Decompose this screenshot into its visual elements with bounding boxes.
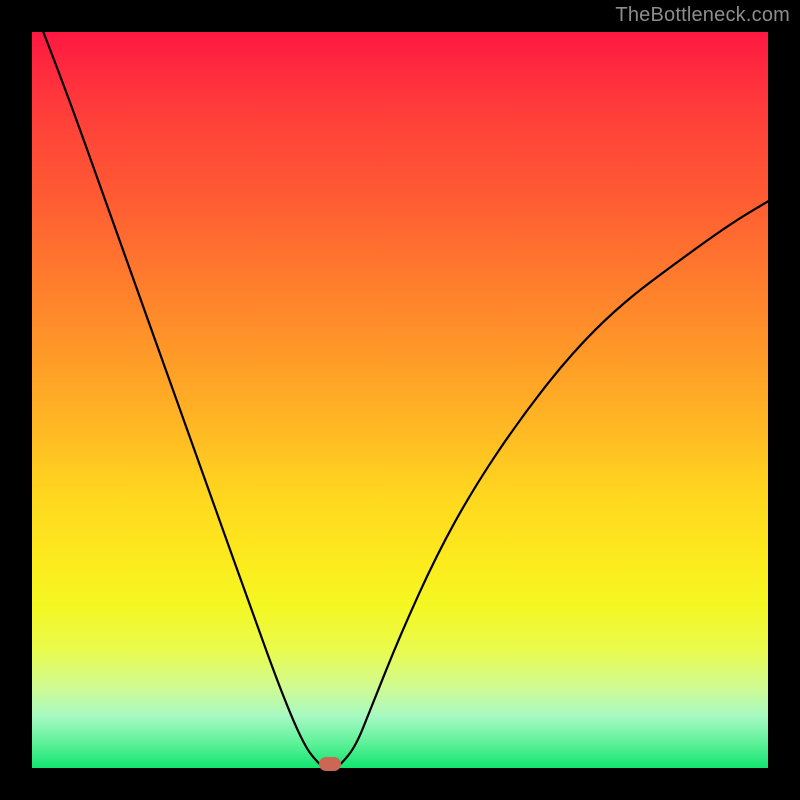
- plot-area: [32, 32, 768, 768]
- bottleneck-curve: [32, 32, 768, 768]
- bottleneck-marker: [319, 757, 341, 771]
- chart-frame: TheBottleneck.com: [0, 0, 800, 800]
- watermark-text: TheBottleneck.com: [615, 4, 790, 27]
